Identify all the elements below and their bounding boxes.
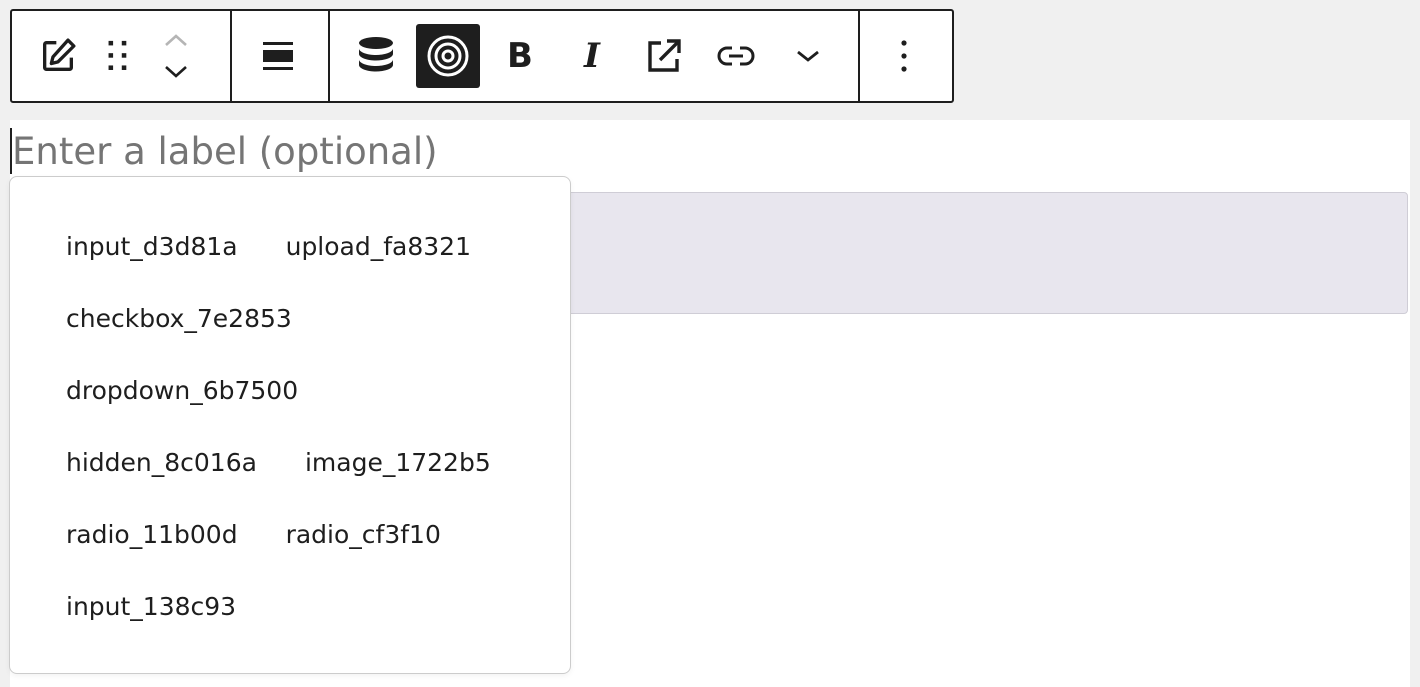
italic-button[interactable]: I <box>560 24 624 88</box>
toolbar-group-block <box>12 11 230 101</box>
open-external-button[interactable] <box>632 24 696 88</box>
tag-item[interactable]: radio_11b00d <box>66 509 238 561</box>
more-options-icon <box>901 40 907 72</box>
database-icon <box>359 37 393 72</box>
move-up-button[interactable] <box>156 31 196 49</box>
tag-item[interactable]: dropdown_6b7500 <box>66 365 298 417</box>
target-button[interactable] <box>416 24 480 88</box>
tag-item[interactable]: hidden_8c016a <box>66 437 257 489</box>
block-toolbar: B I <box>10 9 954 103</box>
tag-row: input_d3d81a upload_fa8321 <box>66 221 570 293</box>
align-icon <box>263 42 293 70</box>
tag-item[interactable]: input_138c93 <box>66 581 236 633</box>
bold-icon: B <box>507 36 533 76</box>
field-tag-popover: input_d3d81a upload_fa8321 checkbox_7e28… <box>9 176 571 674</box>
edit-button[interactable] <box>28 24 88 88</box>
more-formats-button[interactable] <box>776 24 840 88</box>
block-mover <box>148 24 204 88</box>
target-icon <box>427 35 469 77</box>
move-down-button[interactable] <box>156 63 196 81</box>
tag-row: hidden_8c016a image_1722b5 <box>66 437 570 509</box>
bold-button[interactable]: B <box>488 24 552 88</box>
edit-icon <box>43 38 76 72</box>
database-button[interactable] <box>344 24 408 88</box>
align-button[interactable] <box>246 24 310 88</box>
label-input[interactable] <box>10 128 912 174</box>
drag-handle-icon <box>108 40 127 70</box>
tag-item[interactable]: radio_cf3f10 <box>286 509 441 561</box>
toolbar-group-align <box>230 11 328 101</box>
tag-item[interactable]: upload_fa8321 <box>286 221 471 273</box>
drag-handle-button[interactable] <box>88 24 148 88</box>
tag-row: radio_11b00d radio_cf3f10 <box>66 509 570 581</box>
tag-item[interactable]: image_1722b5 <box>305 437 491 489</box>
link-button[interactable] <box>704 24 768 88</box>
tag-item[interactable]: input_d3d81a <box>66 221 238 273</box>
link-icon <box>717 46 755 66</box>
move-down-icon <box>165 66 187 78</box>
chevron-down-icon <box>797 50 819 62</box>
italic-icon: I <box>584 36 600 76</box>
open-external-icon <box>648 39 681 72</box>
tag-row: input_138c93 <box>66 581 570 653</box>
move-up-icon <box>165 34 187 46</box>
toolbar-group-format: B I <box>328 11 858 101</box>
tag-row: checkbox_7e2853 <box>66 293 570 365</box>
more-options-button[interactable] <box>872 24 936 88</box>
tag-row: dropdown_6b7500 <box>66 365 570 437</box>
tag-item[interactable]: checkbox_7e2853 <box>66 293 292 345</box>
toolbar-group-options <box>858 11 952 101</box>
